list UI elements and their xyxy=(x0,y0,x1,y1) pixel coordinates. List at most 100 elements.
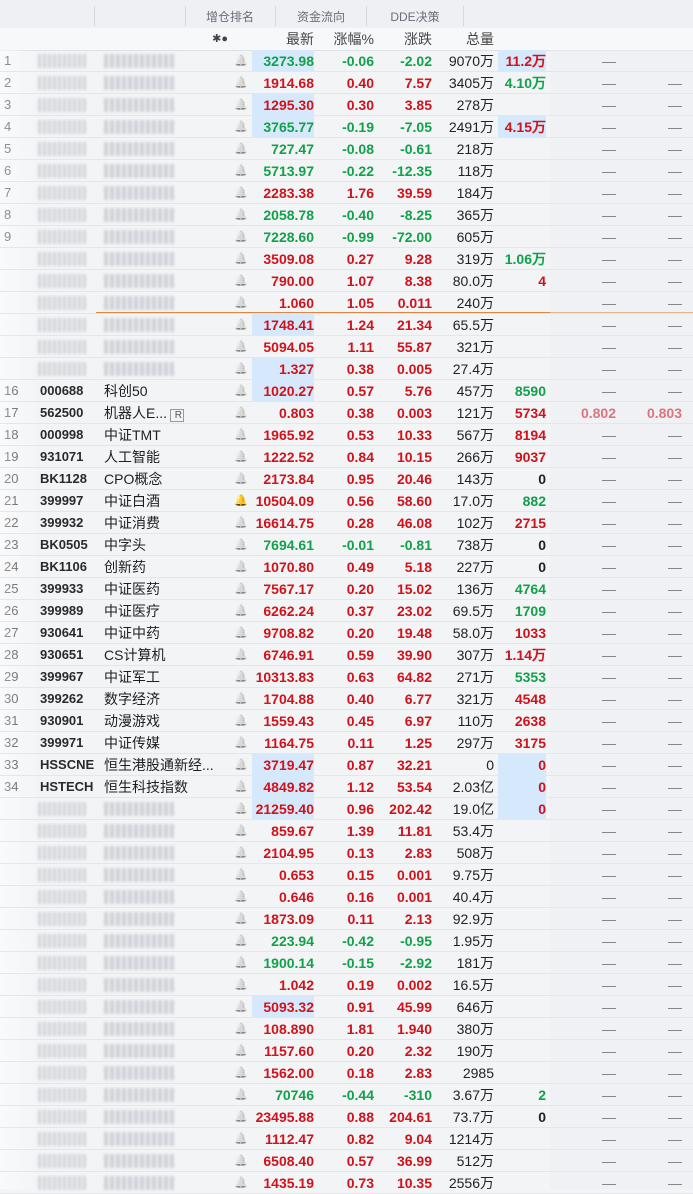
bell-icon[interactable]: 🔔 xyxy=(234,204,248,226)
bell-icon[interactable]: 🔔 xyxy=(234,116,248,138)
header-change-pct[interactable]: 涨幅% xyxy=(318,28,374,50)
table-row[interactable]: 🔔 6508.40 0.57 36.99 512万 — — xyxy=(0,1150,693,1172)
bell-icon[interactable]: 🔔 xyxy=(234,226,248,248)
bell-icon[interactable]: 🔔 xyxy=(234,908,248,930)
table-row[interactable]: 21 399997 中证白酒 🔔 10504.09 0.56 58.60 17.0万 882 — — xyxy=(0,490,693,512)
bell-icon[interactable]: 🔔 xyxy=(234,314,248,336)
table-row[interactable]: 30 399262 数字经济 🔔 1704.88 0.40 6.77 321万 4548 — — xyxy=(0,688,693,710)
bell-icon[interactable]: 🔔 xyxy=(234,688,248,710)
bell-icon[interactable]: 🔔 xyxy=(234,644,248,666)
table-row[interactable]: 18 000998 中证TMT 🔔 1965.92 0.53 10.33 567万 8194 — — xyxy=(0,424,693,446)
tab-dde-decision[interactable]: DDE决策 xyxy=(366,6,463,26)
bell-icon[interactable]: 🔔 xyxy=(234,490,248,512)
tab-position-ranking[interactable]: 增仓排名 xyxy=(185,6,274,26)
bell-icon[interactable]: 🔔 xyxy=(234,182,248,204)
tab-blank[interactable] xyxy=(94,6,185,26)
header-icons[interactable]: ✱● xyxy=(198,28,228,50)
table-row[interactable]: 🔔 70746 -0.44 -310 3.67万 2 — — xyxy=(0,1084,693,1106)
table-row[interactable]: 🔔 859.67 1.39 11.81 53.4万 — — xyxy=(0,820,693,842)
table-row[interactable]: 23 BK0505 中字头 🔔 7694.61 -0.01 -0.81 738万 0 — — xyxy=(0,534,693,556)
bell-icon[interactable]: 🔔 xyxy=(234,864,248,886)
bell-icon[interactable]: 🔔 xyxy=(234,600,248,622)
table-row[interactable]: 🔔 1112.47 0.82 9.04 1214万 — — xyxy=(0,1128,693,1150)
bell-icon[interactable]: 🔔 xyxy=(234,160,248,182)
bell-icon[interactable]: 🔔 xyxy=(234,402,248,424)
bell-icon[interactable]: 🔔 xyxy=(234,1106,248,1128)
table-row[interactable]: 34 HSTECH 恒生科技指数 🔔 4849.82 1.12 53.54 2.03亿 0 — — xyxy=(0,776,693,798)
bell-icon[interactable]: 🔔 xyxy=(234,556,248,578)
table-row[interactable]: 8 🔔 2058.78 -0.40 -8.25 365万 — — xyxy=(0,204,693,226)
table-row[interactable]: 26 399989 中证医疗 🔔 6262.24 0.37 23.02 69.5万 1709 — — xyxy=(0,600,693,622)
header-volume[interactable]: 总量 xyxy=(436,28,494,50)
table-row[interactable]: 28 930651 CS计算机 🔔 6746.91 0.59 39.90 307万 1.14万 —… xyxy=(0,644,693,666)
bell-icon[interactable]: 🔔 xyxy=(234,1084,248,1106)
table-row[interactable]: 🔔 1.327 0.38 0.005 27.4万 — — xyxy=(0,358,693,380)
table-row[interactable]: 🔔 21259.40 0.96 202.42 19.0亿 0 — — xyxy=(0,798,693,820)
table-row[interactable]: 🔔 1900.14 -0.15 -2.92 181万 — — xyxy=(0,952,693,974)
bell-icon[interactable]: 🔔 xyxy=(234,94,248,116)
table-row[interactable]: 22 399932 中证消费 🔔 16614.75 0.28 46.08 102万 2715 — — xyxy=(0,512,693,534)
bell-icon[interactable]: 🔔 xyxy=(234,270,248,292)
header-latest[interactable]: 最新 xyxy=(252,28,314,50)
bell-icon[interactable]: 🔔 xyxy=(234,1150,248,1172)
table-row[interactable]: 🔔 1435.19 0.73 10.35 2556万 — — xyxy=(0,1172,693,1194)
table-row[interactable]: 20 BK1128 CPO概念 🔔 2173.84 0.95 20.46 143万 0 — — xyxy=(0,468,693,490)
table-row[interactable]: 27 930641 中证中药 🔔 9708.82 0.20 19.48 58.0万 1033 — — xyxy=(0,622,693,644)
bell-icon[interactable]: 🔔 xyxy=(234,446,248,468)
bell-icon[interactable]: 🔔 xyxy=(234,842,248,864)
bell-icon[interactable]: 🔔 xyxy=(234,886,248,908)
table-row[interactable]: 🔔 0.653 0.15 0.001 9.75万 — — xyxy=(0,864,693,886)
bell-icon[interactable]: 🔔 xyxy=(234,358,248,380)
bell-icon[interactable]: 🔔 xyxy=(234,1040,248,1062)
table-row[interactable]: 🔔 5093.32 0.91 45.99 646万 — — xyxy=(0,996,693,1018)
bell-icon[interactable]: 🔔 xyxy=(234,336,248,358)
table-row[interactable]: 17 562500 机器人E... R 🔔 0.803 0.38 0.003 121万 5734… xyxy=(0,402,693,424)
table-row[interactable]: 🔔 0.646 0.16 0.001 40.4万 — — xyxy=(0,886,693,908)
bell-icon[interactable]: 🔔 xyxy=(234,72,248,94)
bell-icon[interactable]: 🔔 xyxy=(234,292,248,314)
bell-icon[interactable]: 🔔 xyxy=(234,512,248,534)
bell-icon[interactable]: 🔔 xyxy=(234,50,248,72)
table-row[interactable]: 🔔 223.94 -0.42 -0.95 1.95万 — — xyxy=(0,930,693,952)
table-row[interactable]: 3 🔔 1295.30 0.30 3.85 278万 — — xyxy=(0,94,693,116)
table-row[interactable]: 🔔 23495.88 0.88 204.61 73.7万 0 — — xyxy=(0,1106,693,1128)
bell-icon[interactable]: 🔔 xyxy=(234,820,248,842)
bell-icon[interactable]: 🔔 xyxy=(234,754,248,776)
table-row[interactable]: 6 🔔 5713.97 -0.22 -12.35 118万 — — xyxy=(0,160,693,182)
bell-icon[interactable]: 🔔 xyxy=(234,930,248,952)
table-row[interactable]: 29 399967 中证军工 🔔 10313.83 0.63 64.82 271万 5353 — — xyxy=(0,666,693,688)
bell-icon[interactable]: 🔔 xyxy=(234,380,248,402)
bell-icon[interactable]: 🔔 xyxy=(234,534,248,556)
bell-icon[interactable]: 🔔 xyxy=(234,710,248,732)
bell-icon[interactable]: 🔔 xyxy=(234,798,248,820)
table-row[interactable]: 🔔 1157.60 0.20 2.32 190万 — — xyxy=(0,1040,693,1062)
table-row[interactable]: 🔔 3509.08 0.27 9.28 319万 1.06万 — — xyxy=(0,248,693,270)
table-row[interactable]: 🔔 108.890 1.81 1.940 380万 — — xyxy=(0,1018,693,1040)
bell-icon[interactable]: 🔔 xyxy=(234,138,248,160)
table-row[interactable]: 🔔 2104.95 0.13 2.83 508万 — — xyxy=(0,842,693,864)
table-row[interactable]: 🔔 5094.05 1.11 55.87 321万 — — xyxy=(0,336,693,358)
table-row[interactable]: 16 000688 科创50 🔔 1020.27 0.57 5.76 457万 8590 — — xyxy=(0,380,693,402)
table-row[interactable]: 🔔 1.060 1.05 0.011 240万 — — xyxy=(0,292,693,314)
table-row[interactable]: 1 🔔 3273.98 -0.06 -2.02 9070万 11.2万 — xyxy=(0,50,693,72)
table-row[interactable]: 4 🔔 3765.77 -0.19 -7.05 2491万 4.15万 — — xyxy=(0,116,693,138)
bell-icon[interactable]: 🔔 xyxy=(234,996,248,1018)
bell-icon[interactable]: 🔔 xyxy=(234,424,248,446)
bell-icon[interactable]: 🔔 xyxy=(234,1128,248,1150)
bell-icon[interactable]: 🔔 xyxy=(234,666,248,688)
table-row[interactable]: 19 931071 人工智能 🔔 1222.52 0.84 10.15 266万 9037 — — xyxy=(0,446,693,468)
table-row[interactable]: 🔔 1.042 0.19 0.002 16.5万 — — xyxy=(0,974,693,996)
table-row[interactable]: 🔔 790.00 1.07 8.38 80.0万 4 — — xyxy=(0,270,693,292)
bell-icon[interactable]: 🔔 xyxy=(234,952,248,974)
table-row[interactable]: 🔔 1562.00 0.18 2.83 2985 — — xyxy=(0,1062,693,1084)
table-row[interactable]: 33 HSSCNE 恒生港股通新经... 🔔 3719.47 0.87 32.21 0 0 — — xyxy=(0,754,693,776)
table-row[interactable]: 25 399933 中证医药 🔔 7567.17 0.20 15.02 136万 4764 — — xyxy=(0,578,693,600)
bell-icon[interactable]: 🔔 xyxy=(234,578,248,600)
bell-icon[interactable]: 🔔 xyxy=(234,1062,248,1084)
table-row[interactable]: 🔔 1873.09 0.11 2.13 92.9万 — — xyxy=(0,908,693,930)
table-row[interactable]: 7 🔔 2283.38 1.76 39.59 184万 — — xyxy=(0,182,693,204)
bell-icon[interactable]: 🔔 xyxy=(234,622,248,644)
table-row[interactable]: 9 🔔 7228.60 -0.99 -72.00 605万 — — xyxy=(0,226,693,248)
table-row[interactable]: 5 🔔 727.47 -0.08 -0.61 218万 — — xyxy=(0,138,693,160)
bell-icon[interactable]: 🔔 xyxy=(234,732,248,754)
